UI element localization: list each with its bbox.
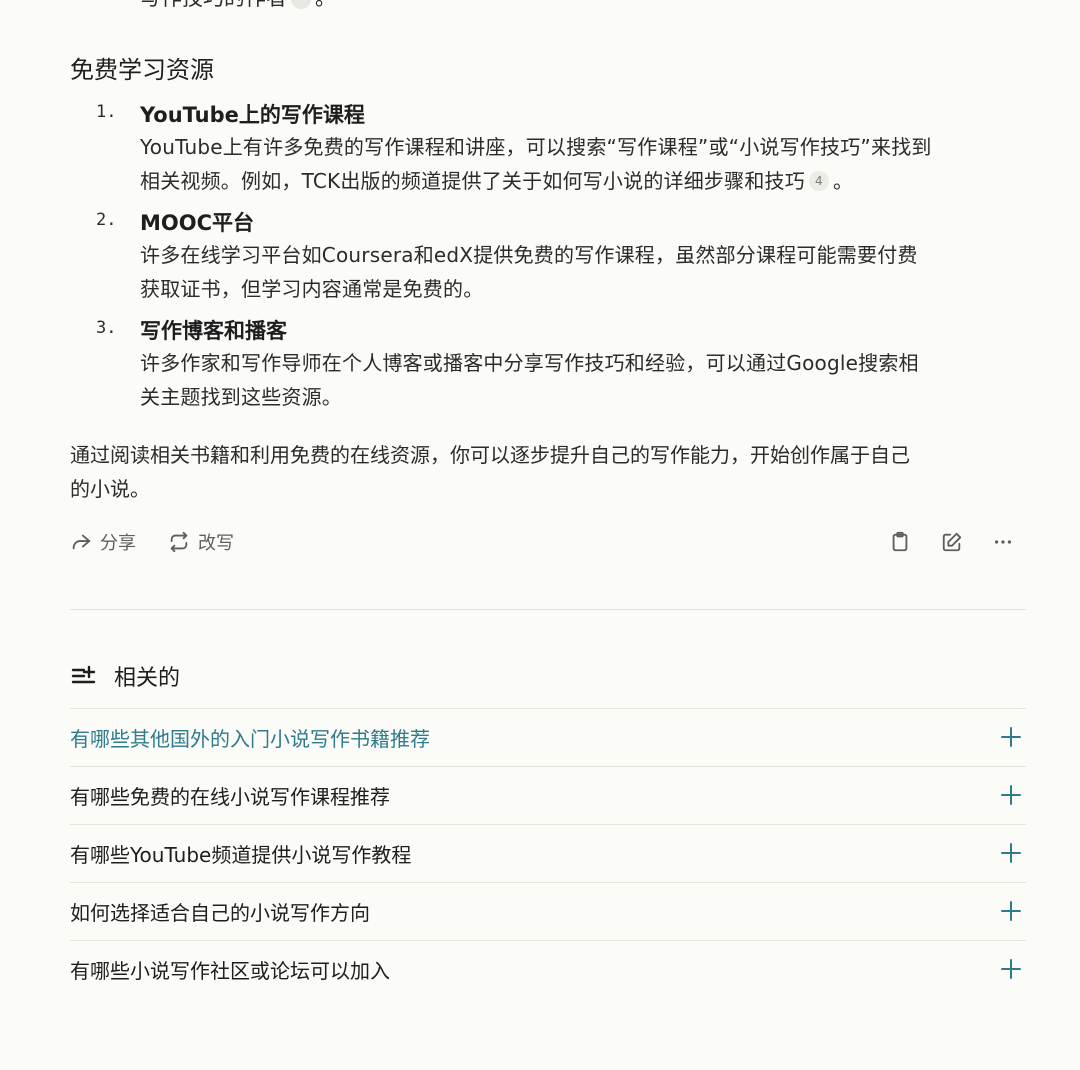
related-question-text: 有哪些其他国外的入门小说写作书籍推荐: [70, 727, 430, 751]
share-label: 分享: [100, 533, 136, 554]
list-item-title: MOOC平台: [140, 211, 255, 235]
list-item: 3. 写作博客和播客 许多作家和写作导师在个人博客或播客中分享写作技巧和经验，可…: [70, 316, 1030, 414]
list-number: 1.: [96, 102, 117, 122]
citation-badge[interactable]: 4: [808, 171, 829, 191]
plus-icon: [1001, 901, 1021, 921]
plus-icon: [1001, 727, 1021, 747]
plus-icon: [1001, 843, 1021, 863]
section-heading: 免费学习资源: [70, 56, 214, 84]
citation-badge[interactable]: [291, 0, 311, 9]
section-divider: [70, 609, 1026, 610]
share-button[interactable]: 分享: [70, 524, 136, 560]
plus-icon: [1001, 785, 1021, 805]
clipboard-icon: [892, 531, 908, 552]
previous-text-fragment: 写作技巧的作者 。: [140, 0, 336, 12]
related-question-text: 有哪些YouTube频道提供小说写作教程: [70, 843, 412, 867]
rewrite-label: 改写: [198, 533, 234, 554]
refresh-icon: [170, 531, 188, 553]
related-question-text: 如何选择适合自己的小说写作方向: [70, 901, 370, 925]
list-item: 1. YouTube上的写作课程 YouTube上有许多免费的写作课程和讲座，可…: [70, 100, 1030, 198]
description-line: 获取证书，但学习内容通常是免费的。: [140, 277, 484, 301]
list-item-title: 写作博客和播客: [140, 319, 287, 343]
description-text: 相关视频。例如，TCK出版的频道提供了关于如何写小说的详细步骤和技巧: [140, 169, 805, 193]
related-question-row[interactable]: 有哪些其他国外的入门小说写作书籍推荐: [70, 708, 1026, 766]
related-list-icon: [71, 665, 96, 684]
copy-button[interactable]: [886, 528, 914, 556]
share-icon: [72, 534, 91, 550]
list-item-title: YouTube上的写作课程: [140, 103, 365, 127]
list-number: 2.: [96, 210, 117, 230]
list-item: 2. MOOC平台 许多在线学习平台如Coursera和edX提供免费的写作课程…: [70, 208, 1030, 306]
conclusion-line: 的小说。: [70, 477, 150, 501]
related-header: 相关的: [70, 656, 180, 696]
more-button[interactable]: [989, 528, 1017, 556]
more-icon: [994, 540, 1012, 544]
previous-text-end: 。: [315, 0, 336, 10]
plus-icon: [1001, 959, 1021, 979]
conclusion-paragraph: 通过阅读相关书籍和利用免费的在线资源，你可以逐步提升自己的写作能力，开始创作属于…: [70, 438, 1030, 506]
description-line: 许多在线学习平台如Coursera和edX提供免费的写作课程，虽然部分课程可能需…: [140, 243, 918, 267]
rewrite-button[interactable]: 改写: [168, 524, 234, 560]
description-line: 相关视频。例如，TCK出版的频道提供了关于如何写小说的详细步骤和技巧 4。: [140, 164, 1030, 198]
related-question-row[interactable]: 有哪些免费的在线小说写作课程推荐: [70, 766, 1026, 824]
related-question-row[interactable]: 有哪些YouTube频道提供小说写作教程: [70, 824, 1026, 882]
edit-button[interactable]: [938, 528, 966, 556]
related-question-text: 有哪些免费的在线小说写作课程推荐: [70, 785, 390, 809]
description-line: YouTube上有许多免费的写作课程和讲座，可以搜索“写作课程”或“小说写作技巧…: [140, 135, 932, 159]
list-item-description: YouTube上有许多免费的写作课程和讲座，可以搜索“写作课程”或“小说写作技巧…: [140, 130, 1030, 198]
description-line: 许多作家和写作导师在个人博客或播客中分享写作技巧和经验，可以通过Google搜索…: [140, 351, 919, 375]
edit-icon: [942, 532, 962, 552]
list-number: 3.: [96, 318, 117, 338]
conclusion-line: 通过阅读相关书籍和利用免费的在线资源，你可以逐步提升自己的写作能力，开始创作属于…: [70, 443, 910, 467]
previous-text: 写作技巧的作者: [140, 0, 287, 10]
list-item-description: 许多作家和写作导师在个人博客或播客中分享写作技巧和经验，可以通过Google搜索…: [140, 346, 1030, 414]
related-question-list: 有哪些其他国外的入门小说写作书籍推荐 有哪些免费的在线小说写作课程推荐 有哪些Y…: [70, 708, 1026, 998]
list-item-description: 许多在线学习平台如Coursera和edX提供免费的写作课程，虽然部分课程可能需…: [140, 238, 1030, 306]
description-end: 。: [832, 169, 854, 193]
related-question-row[interactable]: 有哪些小说写作社区或论坛可以加入: [70, 940, 1026, 998]
answer-action-bar: 分享 改写: [70, 524, 1026, 560]
related-question-row[interactable]: 如何选择适合自己的小说写作方向: [70, 882, 1026, 940]
resource-list: 1. YouTube上的写作课程 YouTube上有许多免费的写作课程和讲座，可…: [70, 100, 1030, 424]
related-title: 相关的: [114, 666, 181, 691]
related-question-text: 有哪些小说写作社区或论坛可以加入: [70, 959, 390, 983]
description-line: 关主题找到这些资源。: [140, 385, 342, 409]
answer-page: 写作技巧的作者。 免费学习资源 1. YouTube上的写作课程 YouTube…: [0, 0, 1080, 1070]
